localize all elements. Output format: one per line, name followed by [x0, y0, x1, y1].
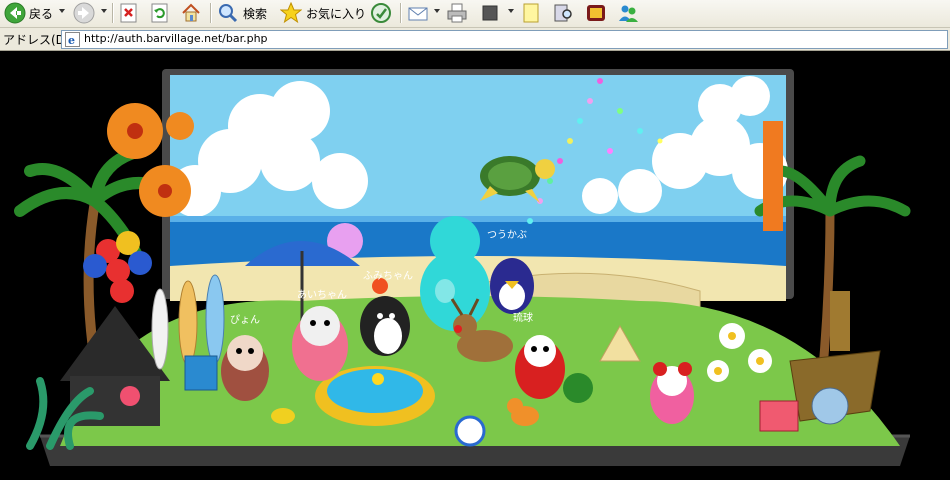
address-label: アドレス(D)	[3, 33, 70, 47]
media-icon[interactable]	[370, 2, 392, 24]
addon-icon[interactable]	[585, 2, 607, 24]
watermelon	[563, 373, 593, 403]
page-ie-icon: e	[65, 32, 80, 47]
name-tag-blue-bird: 琉球	[513, 311, 533, 324]
favorites-star-icon[interactable]	[280, 2, 302, 24]
name-tag-pink-girl: あいちゃん	[297, 289, 347, 301]
svg-text:e: e	[68, 34, 75, 47]
edit-icon[interactable]	[479, 2, 501, 24]
page-content: つうかぶ あいちゃん ふみちゃん ぴょん 琉球	[0, 51, 950, 480]
notepad-icon[interactable]	[520, 2, 542, 24]
back-dropdown-icon[interactable]	[59, 9, 65, 13]
refresh-icon[interactable]	[149, 2, 171, 24]
back-arrow-icon[interactable]	[4, 2, 26, 24]
address-bar: アドレス(D) e http://auth.barvillage.net/bar…	[0, 28, 950, 51]
beach-ball	[454, 415, 486, 447]
treasure-chest	[759, 400, 799, 432]
mail-icon[interactable]	[407, 2, 429, 24]
browser-toolbar: 戻る 検索 お気に入り	[0, 0, 950, 28]
name-tag-turtle-area: つうかぶ	[487, 229, 527, 241]
stop-icon[interactable]	[118, 2, 140, 24]
name-tag-left-character: ぴょん	[230, 314, 260, 326]
character-blue-bird	[490, 258, 534, 314]
toolbar-separator	[400, 3, 402, 23]
address-field[interactable]: e http://auth.barvillage.net/bar.php	[61, 30, 948, 49]
back-button[interactable]: 戻る	[29, 2, 53, 24]
home-icon[interactable]	[180, 2, 202, 24]
bucket	[184, 355, 218, 391]
messenger-icon[interactable]	[617, 2, 639, 24]
search-icon[interactable]	[217, 2, 239, 24]
coin-stack	[271, 408, 295, 424]
edit-dropdown-icon[interactable]	[508, 9, 514, 13]
toolbar-separator	[112, 3, 114, 23]
search-button[interactable]: 検索	[243, 2, 267, 24]
research-icon[interactable]	[552, 2, 574, 24]
url-text[interactable]: http://auth.barvillage.net/bar.php	[84, 32, 268, 45]
name-tag-penguin: ふみちゃん	[363, 270, 413, 282]
orange-banner	[763, 121, 783, 231]
mail-dropdown-icon[interactable]	[434, 9, 440, 13]
character-pink-bear	[650, 362, 694, 424]
toolbar-separator	[210, 3, 212, 23]
favorites-button[interactable]: お気に入り	[306, 2, 366, 24]
glass-float	[811, 387, 849, 425]
print-icon[interactable]	[446, 2, 468, 24]
forward-dropdown-icon[interactable]	[101, 9, 107, 13]
forward-arrow-icon[interactable]	[73, 2, 95, 24]
bar-scene[interactable]: つうかぶ あいちゃん ふみちゃん ぴょん 琉球	[0, 51, 950, 480]
